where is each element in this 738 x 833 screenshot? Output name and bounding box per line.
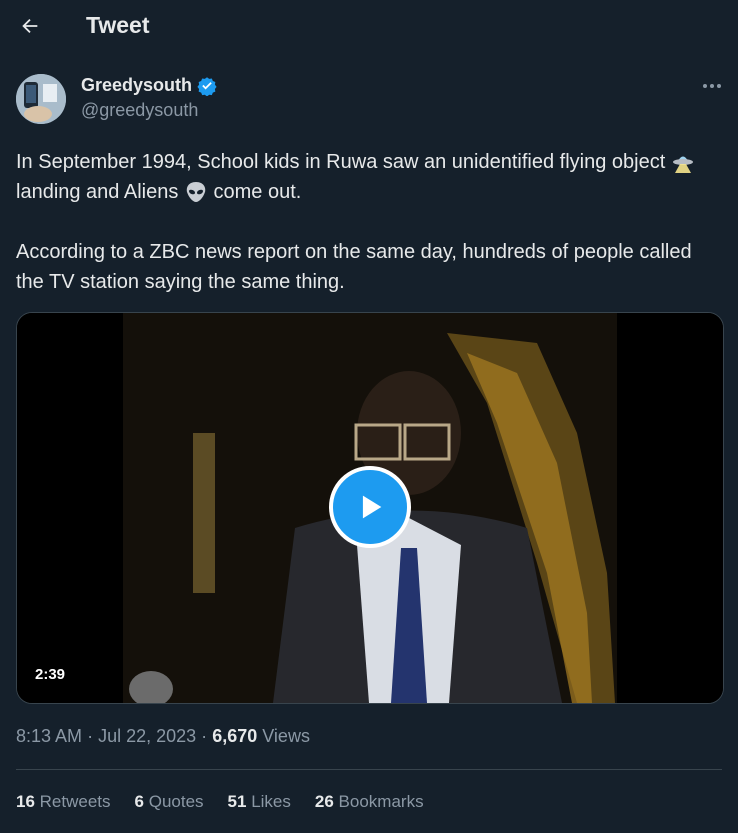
play-icon (362, 495, 382, 519)
author-name-text: Greedysouth (81, 75, 193, 95)
ufo-emoji-icon (672, 156, 693, 173)
tweet-paragraph-1: In September 1994, School kids in Ruwa s… (16, 147, 716, 207)
verified-badge-icon (197, 76, 217, 96)
alien-emoji-icon (186, 182, 206, 202)
tweet-text: In September 1994, School kids in Ruwa s… (16, 147, 716, 297)
play-button[interactable] (329, 466, 411, 548)
video-player[interactable]: 2:39 (16, 312, 724, 704)
tweet-date[interactable]: Jul 22, 2023 (98, 726, 196, 746)
avatar[interactable] (16, 74, 66, 124)
tweet-paragraph-2: According to a ZBC news report on the sa… (16, 241, 692, 293)
meta-separator: · (87, 726, 94, 746)
author-name[interactable]: Greedysouth (81, 75, 217, 96)
quotes-stat[interactable]: 6 Quotes (135, 792, 204, 812)
more-options-button[interactable] (698, 78, 726, 94)
author-handle[interactable]: @greedysouth (81, 100, 198, 121)
back-button[interactable] (14, 10, 46, 42)
tweet-meta: 8:13 AM · Jul 22, 2023 · 6,670 Views (16, 726, 310, 747)
video-duration: 2:39 (35, 666, 66, 683)
likes-stat[interactable]: 51 Likes (228, 792, 291, 812)
page-title: Tweet (86, 12, 150, 38)
divider (16, 769, 722, 770)
tweet-header: Tweet (0, 0, 738, 52)
tweet-time[interactable]: 8:13 AM (16, 726, 82, 746)
arrow-left-icon (22, 18, 38, 34)
meta-separator: · (201, 726, 208, 746)
bookmarks-stat[interactable]: 26 Bookmarks (315, 792, 424, 812)
views-label: Views (262, 726, 310, 746)
more-horizontal-icon (703, 84, 721, 88)
retweets-stat[interactable]: 16 Retweets (16, 792, 111, 812)
tweet-stats: 16 Retweets 6 Quotes 51 Likes 26 Bookmar… (16, 792, 424, 812)
views-count: 6,670 (212, 726, 258, 746)
